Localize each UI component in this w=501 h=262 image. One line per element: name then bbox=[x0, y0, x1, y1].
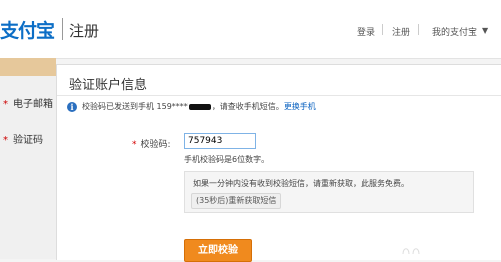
required-marker: * bbox=[132, 140, 137, 150]
notice-text-suffix: ，请查收手机短信。 bbox=[211, 102, 284, 111]
resend-sms-button[interactable]: (35秒后)重新获取短信 bbox=[191, 193, 282, 209]
chevron-down-icon[interactable]: ▼ bbox=[482, 26, 488, 35]
sidebar-item-label: 验证码 bbox=[13, 135, 43, 146]
sidebar-item-email: * 电子邮箱 bbox=[3, 95, 53, 110]
sms-sent-notice: 校验码已发送到手机 159**** ，请查收手机短信。更换手机 bbox=[82, 101, 316, 112]
dialog-divider bbox=[57, 95, 501, 96]
resend-box: 如果一分钟内没有收到校验短信，请重新获取，此服务免费。 (35秒后)重新获取短信 bbox=[184, 171, 474, 213]
nav-my-alipay-link[interactable]: 我的支付宝 bbox=[432, 25, 477, 38]
resend-info-text: 如果一分钟内没有收到校验短信，请重新获取，此服务免费。 bbox=[193, 179, 409, 188]
required-marker: * bbox=[3, 99, 8, 110]
left-sidebar bbox=[0, 58, 56, 259]
masked-number-redaction bbox=[188, 103, 211, 110]
change-phone-link[interactable]: 更换手机 bbox=[284, 102, 316, 111]
header-divider bbox=[62, 18, 63, 40]
top-header: 支付宝 注册 登录 注册 我的支付宝 ▼ bbox=[0, 0, 501, 59]
verification-code-input[interactable] bbox=[184, 133, 256, 149]
code-field-label: * 校验码: bbox=[132, 137, 171, 150]
notice-text: 校验码已发送到手机 159**** bbox=[82, 102, 188, 111]
nav-separator bbox=[418, 24, 419, 35]
watermark-icon bbox=[402, 248, 420, 255]
info-icon: i bbox=[67, 102, 77, 112]
page-title: 注册 bbox=[69, 22, 100, 40]
nav-separator bbox=[382, 24, 383, 35]
verify-account-dialog: 验证账户信息 i 校验码已发送到手机 159**** ，请查收手机短信。更换手机 … bbox=[56, 64, 501, 262]
code-hint: 手机校验码是6位数字。 bbox=[184, 155, 270, 164]
sidebar-highlight-bar bbox=[0, 58, 56, 76]
code-label-text: 校验码: bbox=[140, 140, 171, 150]
sidebar-item-label: 电子邮箱 bbox=[13, 99, 53, 110]
nav-register-link[interactable]: 注册 bbox=[392, 25, 410, 38]
nav-login-link[interactable]: 登录 bbox=[357, 25, 375, 38]
dialog-title: 验证账户信息 bbox=[69, 78, 148, 93]
sidebar-item-captcha: * 验证码 bbox=[3, 131, 43, 146]
required-marker: * bbox=[3, 135, 8, 146]
alipay-logo[interactable]: 支付宝 bbox=[0, 16, 55, 43]
